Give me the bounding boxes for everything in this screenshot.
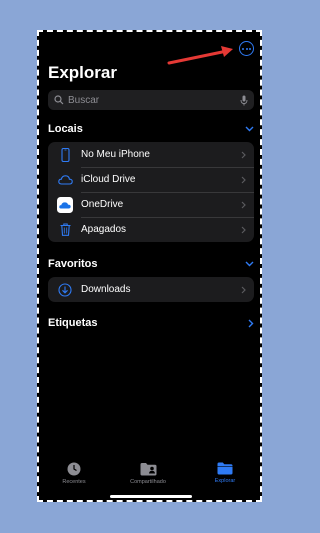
chevron-down-icon[interactable] [245,261,254,267]
icloud-icon [57,172,73,188]
microphone-icon[interactable] [240,95,248,106]
tab-recentes[interactable]: Recentes [39,462,109,485]
more-options-button[interactable] [239,41,254,56]
tab-compartilhado[interactable]: Compartilhado [113,462,183,485]
locais-list: No Meu iPhone iCloud Drive OneDrive Apag… [48,142,254,242]
ellipsis-icon [242,47,244,50]
trash-icon [57,222,73,238]
chevron-right-icon [241,226,246,233]
chevron-right-icon [241,151,246,158]
phone-screen: Explorar Buscar Locais No Meu iPhone iCl… [37,30,262,502]
section-header-locais[interactable]: Locais [48,123,254,135]
red-arrow-annotation [167,46,233,65]
home-indicator[interactable] [110,495,192,498]
section-header-favoritos[interactable]: Favoritos [48,258,254,270]
search-icon [54,95,64,105]
list-item-label: OneDrive [81,199,124,210]
tab-explorar[interactable]: Explorar [190,462,260,484]
list-item-label: Apagados [81,224,127,235]
shared-folder-icon [140,463,156,476]
chevron-right-icon[interactable] [248,319,254,328]
list-item-apagados[interactable]: Apagados [48,217,254,242]
download-circle-icon [57,282,73,298]
chevron-right-icon [241,176,246,183]
tab-label: Compartilhado [130,479,166,485]
list-item-label: iCloud Drive [81,174,136,185]
tab-label: Explorar [214,478,236,484]
section-label: Locais [48,123,83,135]
favoritos-list: Downloads [48,277,254,302]
list-item-no-meu-iphone[interactable]: No Meu iPhone [48,142,254,167]
list-item-icloud-drive[interactable]: iCloud Drive [48,167,254,192]
onedrive-icon [57,196,73,213]
section-label: Favoritos [48,258,98,270]
page-title: Explorar [48,63,117,82]
list-item-label: Downloads [81,284,131,295]
iphone-icon [57,147,73,163]
search-placeholder: Buscar [68,94,100,106]
tab-label: Recentes [62,479,86,485]
list-item-onedrive[interactable]: OneDrive [48,192,254,217]
list-item-label: No Meu iPhone [81,149,150,160]
clock-icon [67,462,81,476]
section-header-etiquetas[interactable]: Etiquetas [48,317,254,329]
chevron-right-icon [241,201,246,208]
folder-icon [217,462,233,475]
chevron-down-icon[interactable] [245,126,254,132]
list-item-downloads[interactable]: Downloads [48,277,254,302]
chevron-right-icon [241,286,246,293]
section-label: Etiquetas [48,317,98,329]
search-bar[interactable]: Buscar [48,90,254,110]
